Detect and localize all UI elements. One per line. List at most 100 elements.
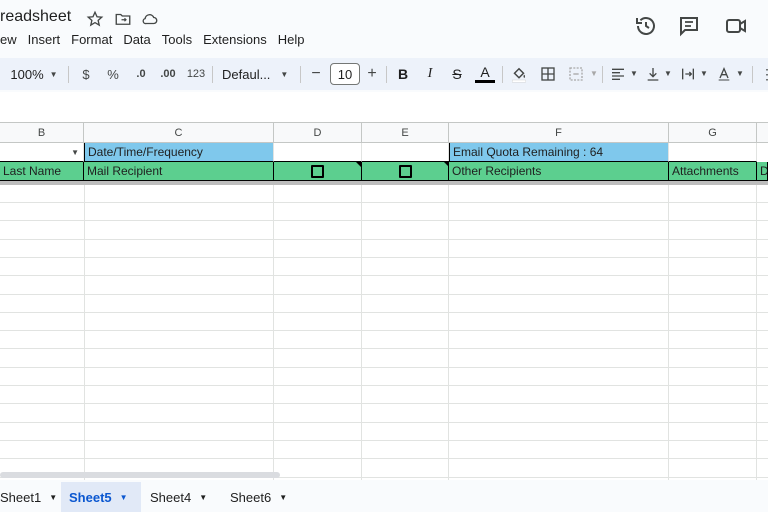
table-row[interactable] [0, 295, 768, 313]
cell-f2[interactable]: Other Recipients [449, 162, 669, 181]
fill-color-icon[interactable] [510, 65, 528, 83]
column-header-g[interactable]: G [669, 123, 757, 143]
menu-bar: ew Insert Format Data Tools Extensions H… [0, 30, 315, 50]
cell-c1[interactable]: Date/Time/Frequency [84, 143, 274, 162]
table-row[interactable] [0, 405, 768, 423]
comments-icon[interactable] [677, 14, 701, 38]
sheet-tab[interactable]: Sheet4 ▼ [142, 482, 215, 512]
cell-e2[interactable] [362, 162, 449, 181]
toolbar-divider [212, 66, 213, 83]
checkbox[interactable] [398, 164, 412, 178]
table-row[interactable] [0, 185, 768, 203]
grid-line [448, 185, 449, 480]
chevron-down-icon: ▼ [736, 69, 744, 78]
star-icon[interactable] [86, 10, 104, 28]
chevron-down-icon: ▼ [280, 69, 289, 79]
merge-cells-icon[interactable] [568, 66, 584, 82]
toolbar-divider [602, 66, 603, 83]
sheet-grid[interactable]: B C D E F G ▼ Date/Time/Frequency Email … [0, 92, 768, 480]
sheet-tab[interactable]: Sheet1 ▼ [0, 482, 65, 512]
text-color-button[interactable]: A [474, 58, 496, 90]
cell-c2[interactable]: Mail Recipient [84, 162, 274, 181]
table-row[interactable] [0, 368, 768, 386]
horizontal-align-icon[interactable] [610, 66, 626, 82]
cell-g2[interactable]: Attachments [669, 162, 757, 181]
menu-extensions[interactable]: Extensions [203, 30, 267, 50]
chevron-down-icon[interactable]: ▼ [120, 493, 128, 502]
document-title[interactable]: readsheet [0, 8, 71, 26]
version-history-icon[interactable] [634, 14, 658, 38]
more-options-icon[interactable]: ⋮ [760, 66, 768, 83]
table-row[interactable] [0, 313, 768, 332]
note-indicator [443, 161, 449, 167]
cell-d1[interactable] [274, 143, 362, 162]
horizontal-scrollbar[interactable] [0, 472, 280, 478]
increase-decimal-button[interactable]: .00 [156, 58, 180, 90]
column-header-f[interactable]: F [449, 123, 669, 143]
cloud-status-icon[interactable] [141, 10, 159, 28]
font-family-select[interactable]: Defaul... ▼ [222, 58, 294, 90]
cell-e1[interactable] [362, 143, 449, 162]
column-header-c[interactable]: C [84, 123, 274, 143]
chevron-down-icon[interactable]: ▼ [49, 493, 57, 502]
grid-line [361, 185, 362, 480]
table-row[interactable] [0, 240, 768, 258]
table-row[interactable] [0, 277, 768, 295]
cell-g1[interactable] [669, 143, 757, 162]
cell-f1[interactable]: Email Quota Remaining : 64 [449, 143, 669, 162]
currency-format-button[interactable]: $ [78, 58, 94, 90]
menu-format[interactable]: Format [71, 30, 112, 50]
vertical-align-icon[interactable] [645, 66, 661, 82]
table-row[interactable] [0, 258, 768, 277]
column-header-b[interactable]: B [0, 123, 84, 143]
menu-view[interactable]: ew [0, 30, 17, 50]
table-row[interactable] [0, 423, 768, 441]
chevron-down-icon: ▼ [590, 69, 598, 78]
table-row[interactable] [0, 441, 768, 460]
chevron-down-icon[interactable]: ▼ [279, 493, 287, 502]
grid-line [273, 185, 274, 480]
italic-button[interactable]: I [421, 58, 439, 90]
column-header-d[interactable]: D [274, 123, 362, 143]
checkbox[interactable] [311, 164, 324, 178]
grid-line [668, 185, 669, 480]
move-folder-icon[interactable] [114, 10, 132, 28]
cell-b2[interactable]: Last Name [0, 162, 84, 181]
text-color-glyph: A [480, 64, 490, 80]
sheet-tab-label: Sheet1 [0, 489, 42, 505]
decrease-font-size-button[interactable]: − [308, 58, 324, 90]
font-size-input[interactable]: 10 [330, 63, 360, 85]
menu-help[interactable]: Help [278, 30, 305, 50]
filter-dropdown-icon[interactable]: ▼ [71, 148, 79, 157]
menu-insert[interactable]: Insert [28, 30, 61, 50]
cell-b1[interactable]: ▼ [0, 143, 84, 162]
table-row[interactable] [0, 350, 768, 368]
cell-d2[interactable] [274, 162, 362, 181]
toolbar-divider [300, 66, 301, 83]
table-row[interactable] [0, 222, 768, 240]
chevron-down-icon: ▼ [49, 69, 58, 79]
grid-line [756, 185, 757, 480]
chevron-down-icon[interactable]: ▼ [199, 493, 207, 502]
zoom-select[interactable]: 100% ▼ [6, 58, 62, 90]
column-header-e[interactable]: E [362, 123, 449, 143]
text-wrapping-icon[interactable] [680, 66, 696, 82]
cell-h2[interactable]: D [757, 162, 768, 181]
meet-video-icon[interactable] [724, 14, 748, 38]
menu-tools[interactable]: Tools [162, 30, 192, 50]
table-row[interactable] [0, 331, 768, 350]
table-row[interactable] [0, 386, 768, 405]
sheet-tab-active[interactable]: Sheet5 ▼ [61, 482, 141, 512]
number-format-button[interactable]: 123 [184, 58, 208, 90]
borders-icon[interactable] [540, 66, 556, 82]
decrease-decimal-button[interactable]: .0 [130, 58, 152, 90]
increase-font-size-button[interactable]: + [364, 58, 380, 90]
strikethrough-button[interactable]: S [448, 58, 466, 90]
bold-button[interactable]: B [394, 58, 412, 90]
table-row: Last Name Mail Recipient Other Recipient… [0, 162, 768, 181]
menu-data[interactable]: Data [123, 30, 150, 50]
text-rotation-icon[interactable] [716, 66, 732, 82]
sheet-tab[interactable]: Sheet6 ▼ [222, 482, 295, 512]
percent-format-button[interactable]: % [104, 58, 122, 90]
table-row[interactable] [0, 203, 768, 222]
